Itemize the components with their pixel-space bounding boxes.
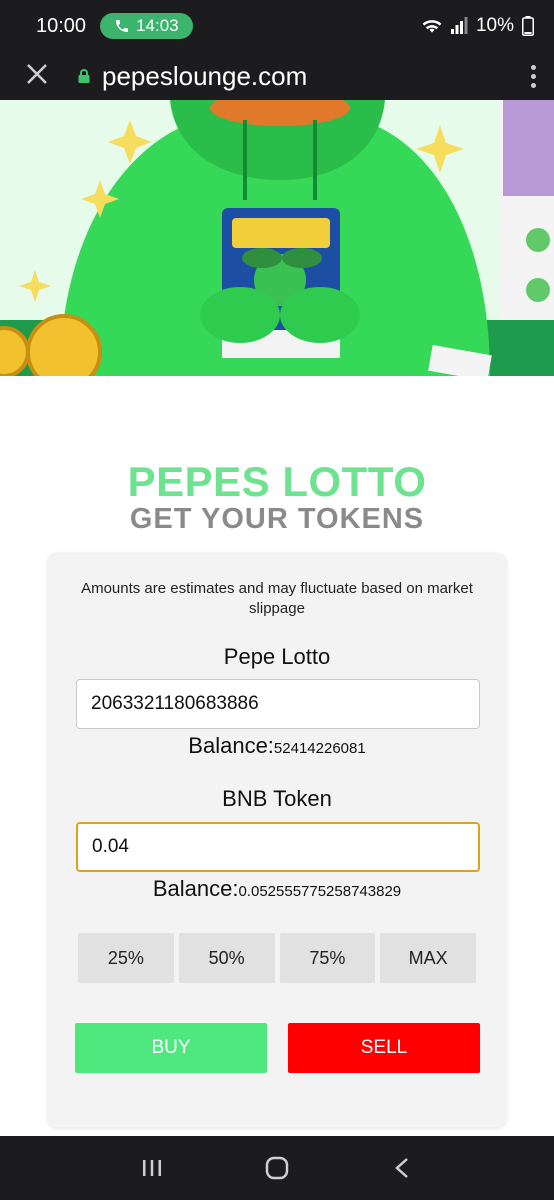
back-icon[interactable] [382,1148,422,1188]
page-subtitle: GET YOUR TOKENS [129,503,425,535]
percent-50-button[interactable]: 50% [178,933,275,983]
status-time: 10:00 [36,14,87,37]
signal-icon [450,17,468,34]
percent-25-button[interactable]: 25% [78,933,174,983]
action-button-row: BUY SELL [75,1023,480,1073]
close-icon[interactable] [26,61,56,91]
wifi-icon [422,20,442,33]
more-vert-icon[interactable] [531,64,536,88]
home-icon[interactable] [257,1148,297,1188]
phone-icon [116,20,129,32]
from-token-label: Pepe Lotto [223,644,331,669]
swap-card: Amounts are estimates and may fluctuate … [48,553,506,1127]
balance-label: Balance: [188,733,274,758]
status-indicators: 10% [422,15,534,37]
lock-icon [78,69,90,83]
hero-banner-image [0,100,554,376]
balance-value: 0.052555775258743829 [238,883,402,900]
balance-value: 52414226081 [273,740,366,757]
battery-percent: 10% [475,15,514,36]
url-text[interactable]: pepeslounge.com [102,61,307,92]
pepe-lotto-amount-input[interactable] [76,679,480,729]
slippage-notice: Amounts are estimates and may fluctuate … [81,580,473,617]
battery-icon [522,16,534,36]
ongoing-call-pill[interactable]: 14:03 [100,13,193,39]
percent-button-row: 25% 50% 75% MAX [78,933,476,983]
buy-button[interactable]: BUY [75,1023,267,1073]
max-button[interactable]: MAX [380,933,476,983]
status-bar: 10:00 14:03 10% [0,0,554,52]
to-token-label: BNB Token [222,786,332,811]
system-nav-bar [0,1136,554,1200]
percent-75-button[interactable]: 75% [279,933,376,983]
bnb-balance: Balance:0.052555775258743829 [48,876,506,902]
bnb-amount-input[interactable] [76,822,480,872]
page-title: PEPES LOTTO [127,458,427,505]
pepe-lotto-balance: Balance:52414226081 [48,733,506,759]
sell-button[interactable]: SELL [288,1023,480,1073]
call-timer: 14:03 [136,16,179,35]
recent-apps-icon[interactable] [132,1148,172,1188]
balance-label: Balance: [152,876,239,901]
browser-toolbar: pepeslounge.com [0,52,554,100]
